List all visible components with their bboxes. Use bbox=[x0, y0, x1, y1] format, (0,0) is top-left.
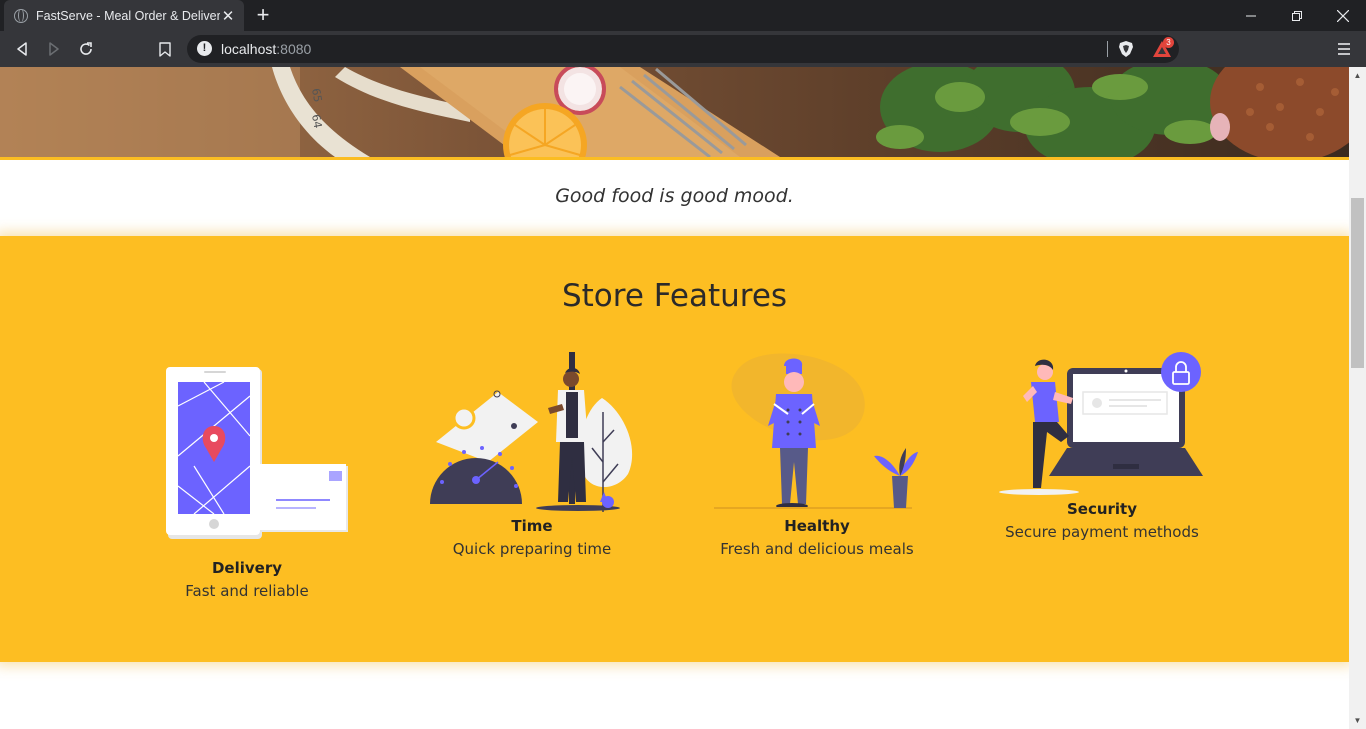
feature-name: Healthy bbox=[784, 517, 850, 535]
feature-security: Security Secure payment methods bbox=[982, 500, 1222, 541]
url-host: localhost bbox=[221, 41, 277, 57]
hero-food-image: 65 64 bbox=[0, 67, 1349, 157]
bookmark-button[interactable] bbox=[153, 37, 177, 61]
feature-name: Time bbox=[511, 517, 553, 535]
feature-description: Fast and reliable bbox=[185, 582, 309, 600]
tab-close-icon[interactable]: ✕ bbox=[220, 7, 236, 25]
food-photo: 65 64 bbox=[0, 67, 1349, 157]
brave-shields-icon[interactable] bbox=[1117, 40, 1135, 58]
scrollbar-thumb[interactable] bbox=[1351, 198, 1364, 368]
page-scrollbar[interactable]: ▲ ▼ bbox=[1349, 67, 1366, 729]
chef-illustration bbox=[714, 353, 918, 509]
close-icon bbox=[1337, 9, 1349, 22]
address-bar[interactable]: ! localhost:8080 3 bbox=[187, 35, 1179, 63]
tagline: Good food is good mood. bbox=[555, 185, 794, 207]
hamburger-menu-icon[interactable] bbox=[1334, 39, 1354, 59]
hero-accent-line bbox=[0, 157, 1349, 160]
feature-name: Delivery bbox=[211, 559, 283, 577]
browser-tab[interactable]: FastServe - Meal Order & Delivery ✕ bbox=[4, 0, 244, 31]
minimize-window-button[interactable] bbox=[1228, 0, 1274, 31]
minimize-icon bbox=[1246, 15, 1256, 16]
rewards-badge: 3 bbox=[1163, 37, 1174, 48]
forward-arrow-icon bbox=[49, 42, 59, 56]
tab-title: FastServe - Meal Order & Delivery bbox=[36, 8, 220, 23]
svg-text:65: 65 bbox=[309, 87, 324, 103]
delivery-map-illustration bbox=[166, 367, 348, 539]
url-port: :8080 bbox=[276, 41, 312, 57]
address-divider bbox=[1107, 41, 1108, 57]
reload-button[interactable] bbox=[74, 37, 98, 61]
scroll-down-arrow-icon[interactable]: ▼ bbox=[1349, 712, 1366, 729]
feature-description: Fresh and delicious meals bbox=[720, 540, 914, 558]
globe-icon bbox=[14, 8, 28, 23]
close-window-button[interactable] bbox=[1320, 0, 1366, 31]
browser-toolbar: ! localhost:8080 3 bbox=[0, 31, 1366, 67]
back-arrow-icon bbox=[17, 42, 27, 56]
forward-button[interactable] bbox=[42, 37, 66, 61]
feature-description: Quick preparing time bbox=[452, 540, 612, 558]
time-stopwatch-illustration bbox=[430, 352, 633, 512]
feature-description: Secure payment methods bbox=[1005, 523, 1199, 541]
restore-window-button[interactable] bbox=[1274, 0, 1320, 31]
feature-delivery: Delivery Fast and reliable bbox=[127, 559, 367, 600]
svg-text:64: 64 bbox=[309, 113, 324, 129]
restore-icon bbox=[1292, 10, 1302, 21]
site-info-icon[interactable]: ! bbox=[197, 41, 212, 56]
feature-name: Security bbox=[1066, 500, 1138, 518]
laptop-lock-illustration bbox=[999, 352, 1203, 495]
section-title: Store Features bbox=[561, 278, 788, 314]
bookmark-icon bbox=[159, 41, 171, 57]
scroll-up-arrow-icon[interactable]: ▲ bbox=[1349, 67, 1366, 84]
reload-icon bbox=[80, 42, 92, 55]
browser-tab-strip: FastServe - Meal Order & Delivery ✕ + bbox=[0, 0, 1366, 31]
store-features-section: Store Features Delivery Fast and reliabl… bbox=[0, 236, 1349, 662]
back-button[interactable] bbox=[10, 37, 34, 61]
new-tab-button[interactable]: + bbox=[252, 3, 274, 27]
feature-time: Time Quick preparing time bbox=[412, 517, 652, 558]
page-viewport: 65 64 Good food is good mood. Store Feat… bbox=[0, 67, 1349, 729]
url-text: localhost:8080 bbox=[221, 41, 311, 57]
feature-healthy: Healthy Fresh and delicious meals bbox=[697, 517, 937, 558]
